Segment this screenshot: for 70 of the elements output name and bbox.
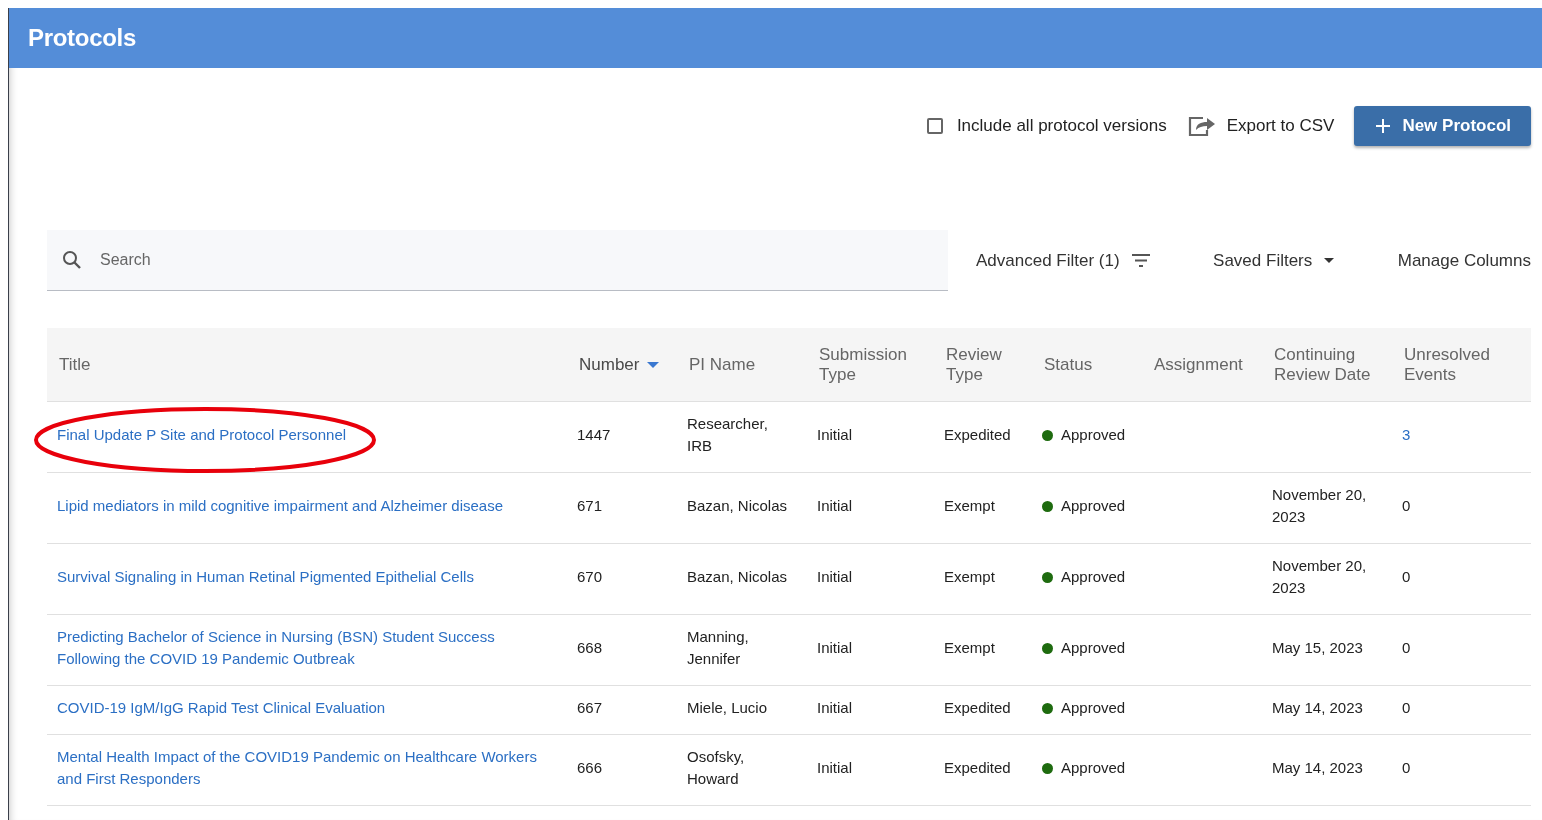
table-cell: May 15, 2023 — [1272, 639, 1363, 656]
table-cell: Exempt — [944, 568, 995, 585]
include-versions-checkbox[interactable]: Include all protocol versions — [926, 116, 1167, 136]
status-text: Approved — [1061, 496, 1126, 516]
sort-caret-icon — [647, 361, 660, 368]
plus-icon — [1376, 119, 1391, 133]
search-icon — [62, 250, 82, 270]
table-cell-text: Researcher, IRB — [687, 414, 769, 456]
table-cell-text: Manning, Jennifer — [687, 627, 750, 669]
table-cell: November 20, 2023 — [1272, 557, 1367, 596]
filter-icon — [1131, 254, 1150, 267]
table-cell: Initial — [817, 497, 853, 514]
table-cell: 668 — [577, 639, 603, 656]
table-cell: 667 — [577, 699, 603, 716]
manage-columns-button[interactable]: Manage Columns — [1397, 250, 1531, 271]
protocol-title-link[interactable]: Survival Signaling in Human Retinal Pigmented Epithelial Cells — [57, 566, 562, 588]
saved-filters-dropdown[interactable]: Saved Filters — [1213, 250, 1335, 271]
table-cell-text: Miele, Lucio — [687, 698, 769, 718]
table-cell: Expedited — [944, 699, 1011, 716]
table-cell: 670 — [577, 568, 603, 585]
search-input[interactable]: Search — [98, 250, 902, 270]
protocol-title-link[interactable]: Final Update P Site and Protocol Personnel — [57, 424, 562, 446]
column-header[interactable]: Number — [579, 354, 640, 375]
table-cell: 0 — [1402, 497, 1411, 514]
advanced-filter-button[interactable]: Advanced Filter (1) — [976, 250, 1150, 271]
table-cell: Initial — [817, 426, 853, 443]
search-field[interactable]: Search — [47, 230, 948, 291]
table-cell: 1447 — [577, 426, 611, 443]
status-text: Approved — [1061, 758, 1126, 778]
column-header[interactable]: Status — [1044, 354, 1093, 375]
table-cell-text: Bazan, Nicolas — [687, 496, 789, 516]
caret-icon — [1324, 258, 1335, 263]
table-cell: 0 — [1402, 568, 1411, 585]
table-cell: 0 — [1402, 759, 1411, 776]
new-protocol-button[interactable]: New Protocol — [1354, 106, 1531, 146]
column-header[interactable]: Unresolved Events — [1404, 344, 1519, 385]
table-cell: Initial — [817, 699, 853, 716]
table-cell: Exempt — [944, 639, 995, 656]
protocol-title-link[interactable]: COVID-19 IgM/IgG Rapid Test Clinical Evaluation — [57, 697, 562, 719]
page-title: Protocols — [28, 24, 136, 52]
status-text: Approved — [1061, 425, 1126, 445]
column-header[interactable]: Submission Type — [819, 344, 936, 385]
table-cell: May 14, 2023 — [1272, 759, 1363, 776]
table-cell: Expedited — [944, 759, 1011, 776]
status-text: Approved — [1061, 638, 1126, 658]
table-cell: 671 — [577, 497, 603, 514]
column-header[interactable]: Title — [59, 354, 91, 375]
table-cell-text: Osofsky, Howard — [687, 747, 746, 789]
column-header[interactable]: Review Type — [946, 344, 1034, 385]
table-cell: Initial — [817, 759, 853, 776]
table-cell: May 14, 2023 — [1272, 699, 1363, 716]
table-cell: Expedited — [944, 426, 1011, 443]
table-cell: Initial — [817, 639, 853, 656]
table-cell: Initial — [817, 568, 853, 585]
column-header[interactable]: Assignment — [1154, 354, 1243, 375]
table-cell: 666 — [577, 759, 603, 776]
protocol-title-link[interactable]: Lipid mediators in mild cognitive impairment and Alzheimer disease — [57, 495, 562, 517]
table-cell-text: Bazan, Nicolas — [687, 567, 789, 587]
table-cell: 0 — [1402, 699, 1411, 716]
events-link[interactable]: 3 — [1402, 426, 1411, 443]
protocol-title-link[interactable]: Mental Health Impact of the COVID19 Pandemic on Healthcare Workers and First Responders — [57, 746, 562, 790]
column-header[interactable]: Continuing Review Date — [1274, 344, 1394, 385]
status-text: Approved — [1061, 567, 1126, 587]
column-header[interactable]: PI Name — [689, 354, 756, 375]
export-button[interactable]: Export to CSV — [1186, 114, 1335, 138]
status-text: Approved — [1061, 698, 1126, 718]
table-cell: November 20, 2023 — [1272, 486, 1367, 525]
table-cell: Exempt — [944, 497, 995, 514]
table-cell: 0 — [1402, 639, 1411, 656]
protocol-title-link[interactable]: Predicting Bachelor of Science in Nursing (BSN) Student Success Following the COVID 19 Pandemic Outbreak — [57, 626, 562, 670]
